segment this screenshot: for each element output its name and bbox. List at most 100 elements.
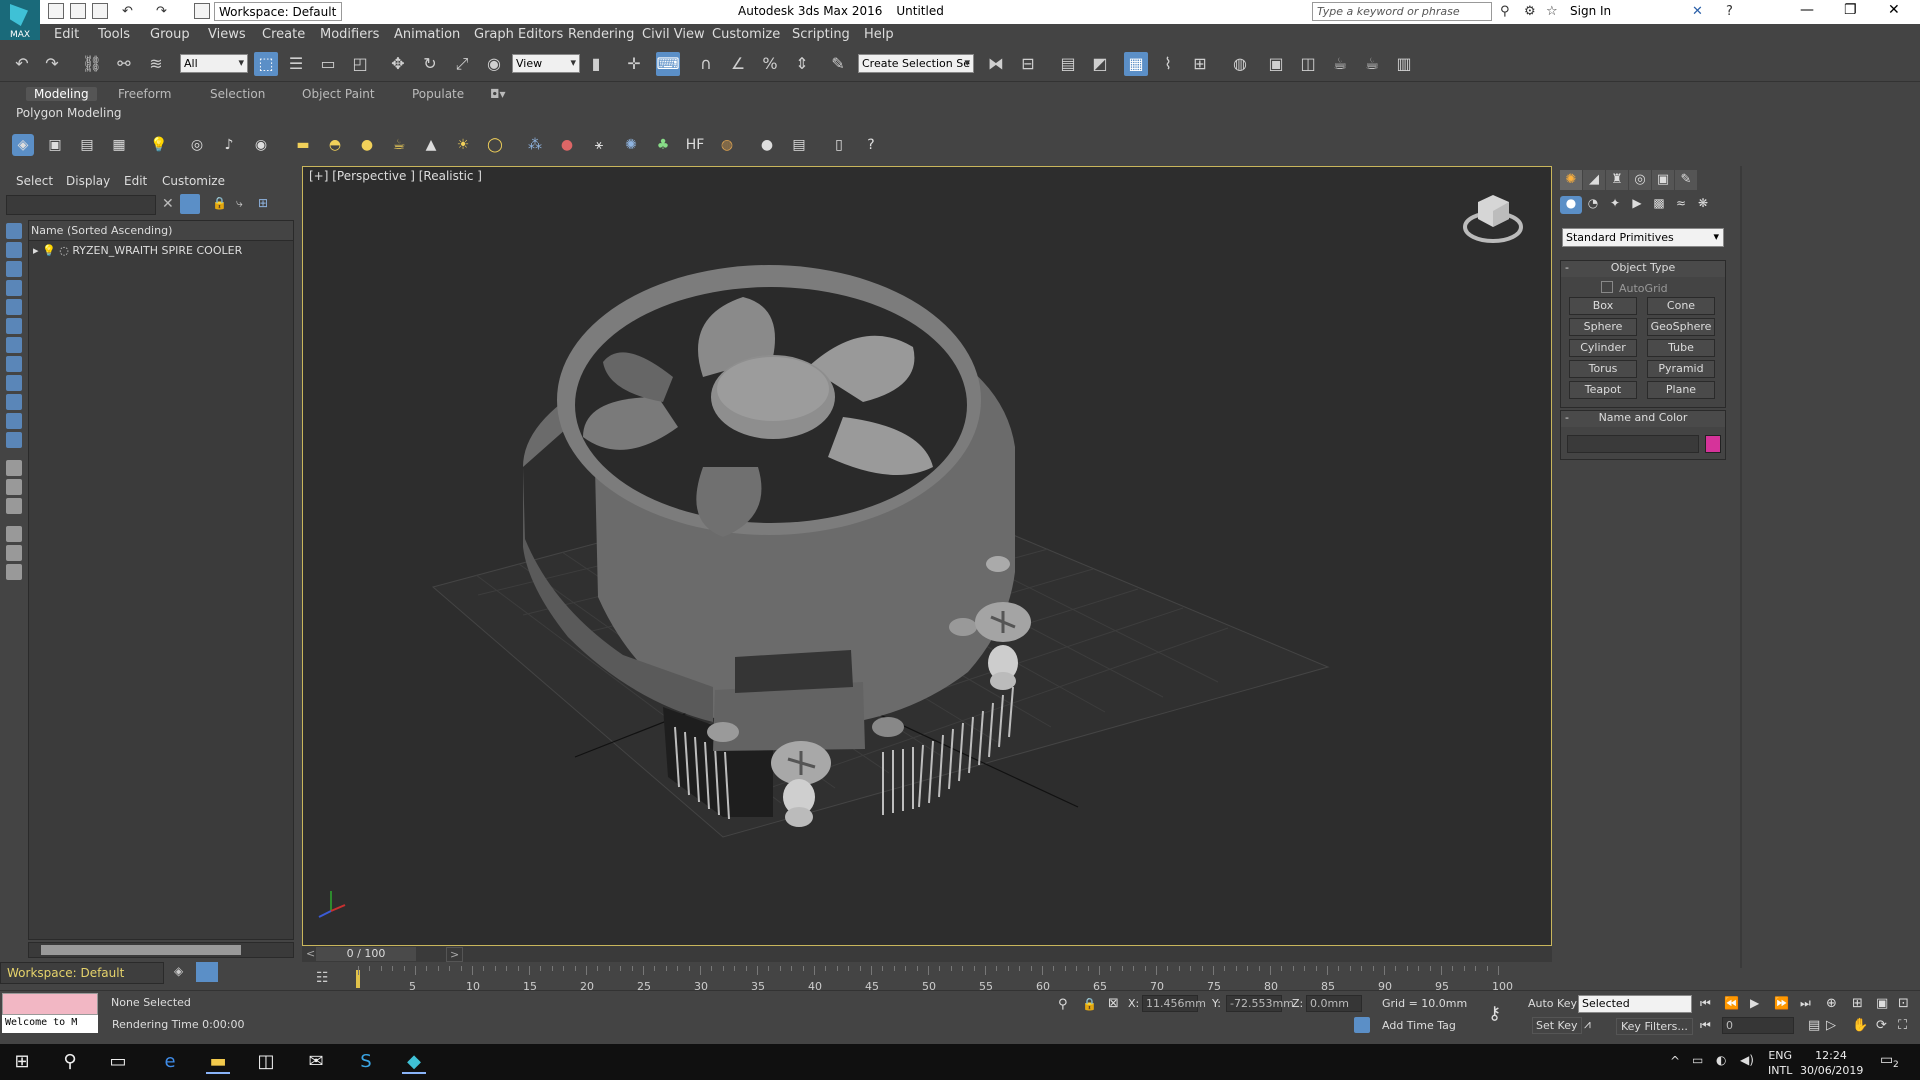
- hair-icon[interactable]: HF: [684, 134, 706, 156]
- display-invert-icon[interactable]: [6, 498, 22, 514]
- help-icon[interactable]: ?: [1726, 4, 1733, 19]
- object-name-input[interactable]: [1567, 435, 1699, 453]
- percent-snap-icon[interactable]: %: [758, 52, 782, 76]
- filter-helpers-icon[interactable]: [6, 299, 22, 315]
- ribbon-options-icon[interactable]: ◘▾: [490, 87, 506, 101]
- store-icon[interactable]: ◫: [254, 1050, 278, 1074]
- hierarchy-tab-icon[interactable]: ♜: [1606, 170, 1628, 190]
- filter-groups-icon[interactable]: [6, 337, 22, 353]
- schematic-view-icon[interactable]: ⊞: [1188, 52, 1212, 76]
- maxscript-listener-red[interactable]: [2, 993, 98, 1015]
- biped-icon[interactable]: ⚹: [588, 134, 610, 156]
- sphere-primitive-icon[interactable]: ●: [356, 134, 378, 156]
- current-frame-field[interactable]: 0: [1722, 1017, 1794, 1034]
- align-icon[interactable]: ⊟: [1016, 52, 1040, 76]
- zoom-all-icon[interactable]: ⊞: [1852, 996, 1863, 1011]
- prev-frame-icon[interactable]: ⏪: [1724, 996, 1739, 1010]
- material-sphere-icon[interactable]: ●: [756, 134, 778, 156]
- cameras-icon[interactable]: ▶: [1626, 196, 1648, 214]
- filter-xrefs-icon[interactable]: [6, 356, 22, 372]
- edge-browser-icon[interactable]: e: [158, 1050, 182, 1074]
- play-icon[interactable]: ▶: [1750, 996, 1759, 1010]
- select-by-name-icon[interactable]: ☰: [284, 52, 308, 76]
- mail-icon[interactable]: ✉: [304, 1050, 328, 1074]
- pivot-center-icon[interactable]: ▮: [584, 52, 608, 76]
- zoom-extents-all-icon[interactable]: ⊡: [1898, 996, 1909, 1011]
- tray-network-icon[interactable]: ▭: [1692, 1053, 1703, 1067]
- file-explorer-icon[interactable]: ▬: [206, 1050, 230, 1074]
- display-all-icon[interactable]: [6, 460, 22, 476]
- time-slider-thumb[interactable]: 0 / 100: [316, 947, 416, 961]
- modify-tab-icon[interactable]: ◢: [1583, 170, 1605, 190]
- workspace-dropdown[interactable]: Workspace: Default: [214, 2, 342, 21]
- sphere-button[interactable]: Sphere: [1569, 318, 1637, 336]
- menu-help[interactable]: Help: [864, 27, 894, 42]
- track-bar[interactable]: ☷ 5 10 15 20 25 30 35 40 45 50 55 60 65 70 75 80 85 90 95 1…: [302, 966, 1552, 993]
- geosphere-button[interactable]: GeoSphere: [1647, 318, 1715, 336]
- layers-icon[interactable]: ◈: [174, 964, 183, 978]
- input-language[interactable]: ENG INTL: [1768, 1048, 1792, 1078]
- utilities-tab-icon[interactable]: ✎: [1675, 170, 1697, 190]
- keyboard-shortcut-override-icon[interactable]: ⌨: [656, 52, 680, 76]
- project-folder-icon[interactable]: [194, 3, 210, 19]
- a360-render-icon[interactable]: ▥: [1392, 52, 1416, 76]
- funnel-icon[interactable]: [6, 526, 22, 542]
- render-iterative-icon[interactable]: ☕: [1360, 52, 1384, 76]
- selection-lock-icon[interactable]: 🔒: [1082, 997, 1097, 1011]
- filter-spacewarps-icon[interactable]: [6, 318, 22, 334]
- pan-icon[interactable]: ✋: [1852, 1018, 1868, 1033]
- object-type-header[interactable]: - Object Type: [1561, 261, 1725, 277]
- sun-icon[interactable]: ☀: [452, 134, 474, 156]
- maximize-viewport-icon[interactable]: ⛶: [1898, 1018, 1907, 1033]
- menu-rendering[interactable]: Rendering: [568, 27, 634, 42]
- plane-button[interactable]: Plane: [1647, 381, 1715, 399]
- film-icon[interactable]: ◉: [250, 134, 272, 156]
- clock[interactable]: 12:24 30/06/2019: [1800, 1048, 1863, 1078]
- key-mode-dropdown[interactable]: Selected: [1578, 995, 1692, 1013]
- time-slider[interactable]: < 0 / 100 >: [302, 946, 1552, 962]
- space-warps-icon[interactable]: ≈: [1670, 196, 1692, 214]
- named-selection-set-dropdown[interactable]: Create Selection Se: [858, 54, 974, 73]
- column-header[interactable]: Name (Sorted Ascending): [29, 221, 293, 241]
- window-crossing-icon[interactable]: ◰: [348, 52, 372, 76]
- scale-icon[interactable]: ⤢: [450, 52, 474, 76]
- filter-bones-icon[interactable]: [6, 375, 22, 391]
- skype-icon[interactable]: S: [354, 1050, 378, 1074]
- menu-customize[interactable]: Customize: [712, 27, 780, 42]
- tab-selection[interactable]: Selection: [210, 87, 265, 101]
- isolate-icon[interactable]: ⚲: [1058, 997, 1068, 1012]
- menu-group[interactable]: Group: [150, 27, 190, 42]
- tray-wifi-icon[interactable]: ◐: [1716, 1053, 1726, 1067]
- tab-populate[interactable]: Populate: [412, 87, 464, 101]
- link-icon[interactable]: ⛓: [80, 52, 104, 76]
- cylinder-button[interactable]: Cylinder: [1569, 339, 1637, 357]
- undo-icon[interactable]: ↶: [122, 4, 133, 19]
- next-frame-icon[interactable]: ⏩: [1774, 996, 1789, 1010]
- lock-icon[interactable]: 🔒: [212, 196, 227, 210]
- scene-menu-display[interactable]: Display: [66, 174, 110, 188]
- filter-toggle-icon[interactable]: [180, 194, 200, 214]
- sound-icon[interactable]: ♪: [218, 134, 240, 156]
- filter-geometry-icon[interactable]: [6, 223, 22, 239]
- lights-icon[interactable]: ✦: [1604, 196, 1626, 214]
- menu-animation[interactable]: Animation: [394, 27, 460, 42]
- set-key-icon[interactable]: ⚷: [1488, 1003, 1501, 1024]
- menu-scripting[interactable]: Scripting: [792, 27, 850, 42]
- orbit-icon[interactable]: ⟳: [1876, 1018, 1887, 1033]
- layers-sort-icon[interactable]: [6, 564, 22, 580]
- angle-snap-icon[interactable]: ∠: [726, 52, 750, 76]
- time-config-icon[interactable]: ▤: [1808, 1018, 1820, 1033]
- filter-shapes-icon[interactable]: [6, 242, 22, 258]
- light-lister-icon[interactable]: 💡: [148, 134, 170, 156]
- object-color-swatch[interactable]: [1705, 435, 1721, 453]
- tree-row[interactable]: ▸ 💡 ◌ RYZEN_WRAITH SPIRE COOLER: [29, 241, 293, 260]
- layer-explorer-icon[interactable]: ▤: [76, 134, 98, 156]
- help-circle-icon[interactable]: ?: [860, 134, 882, 156]
- favorites-star-icon[interactable]: ☆: [1546, 4, 1558, 19]
- help-search-input[interactable]: Type a keyword or phrase: [1312, 2, 1492, 21]
- undo-icon[interactable]: ↶: [10, 52, 34, 76]
- create-tab-icon[interactable]: ✺: [1560, 170, 1582, 190]
- menu-modifiers[interactable]: Modifiers: [320, 27, 379, 42]
- menu-tools[interactable]: Tools: [98, 27, 130, 42]
- primitive-type-dropdown[interactable]: Standard Primitives: [1562, 228, 1724, 247]
